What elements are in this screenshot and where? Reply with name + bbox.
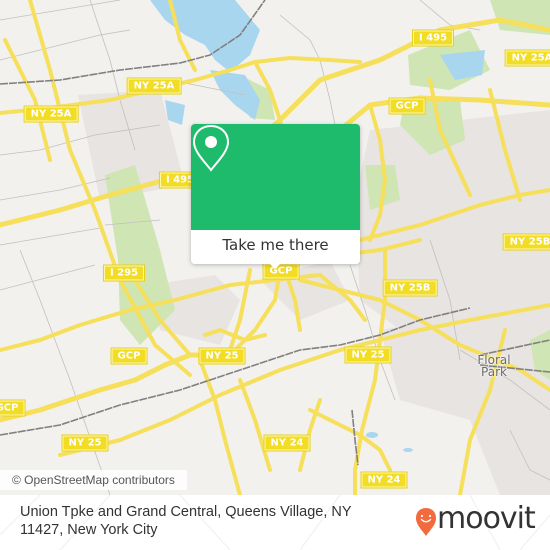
route-shield-ny25b: NY 25B: [503, 234, 550, 250]
route-shield-ny25: NY 25: [199, 348, 245, 364]
route-shield-ny24: NY 24: [264, 435, 310, 451]
address-text: Union Tpke and Grand Central, Queens Vil…: [20, 504, 352, 538]
moovit-wordmark: moovit: [437, 501, 536, 536]
route-shield-ny25: NY 25: [62, 435, 108, 451]
place-label-line: Park: [481, 365, 507, 379]
moovit-pin-smile-icon: [416, 508, 436, 536]
map-canvas[interactable]: I 495 NY 25A NY 25A NY 25A I 495 GCP NY …: [0, 0, 550, 495]
route-shield-gcp: GCP: [0, 400, 25, 416]
route-shield-ny25b: NY 25B: [383, 280, 437, 296]
pond-water: [366, 432, 378, 438]
route-shield-ny25a: NY 25A: [127, 78, 181, 94]
pond-water: [403, 448, 413, 452]
bay-water: [210, 70, 260, 120]
popup-tail: [269, 263, 281, 269]
route-shield-ny25a: NY 25A: [24, 106, 78, 122]
map-pin-icon: [192, 124, 230, 172]
route-shield-i295: I 295: [103, 265, 145, 281]
place-label-floral-park: Floral Park: [477, 354, 510, 378]
route-shield-i495: I 495: [412, 30, 454, 46]
bay-water: [150, 0, 260, 72]
route-shield-gcp: GCP: [389, 98, 425, 114]
take-me-there-popup[interactable]: Take me there: [191, 124, 360, 269]
route-shield-ny25a: NY 25A: [505, 50, 550, 66]
route-shield-gcp: GCP: [111, 348, 147, 364]
route-shield-ny24: NY 24: [361, 472, 407, 488]
route-shield-ny25: NY 25: [345, 347, 391, 363]
popup-header[interactable]: [191, 124, 360, 230]
map-attribution[interactable]: © OpenStreetMap contributors: [0, 470, 187, 490]
take-me-there-button[interactable]: Take me there: [191, 230, 360, 264]
footer: Union Tpke and Grand Central, Queens Vil…: [0, 495, 550, 550]
